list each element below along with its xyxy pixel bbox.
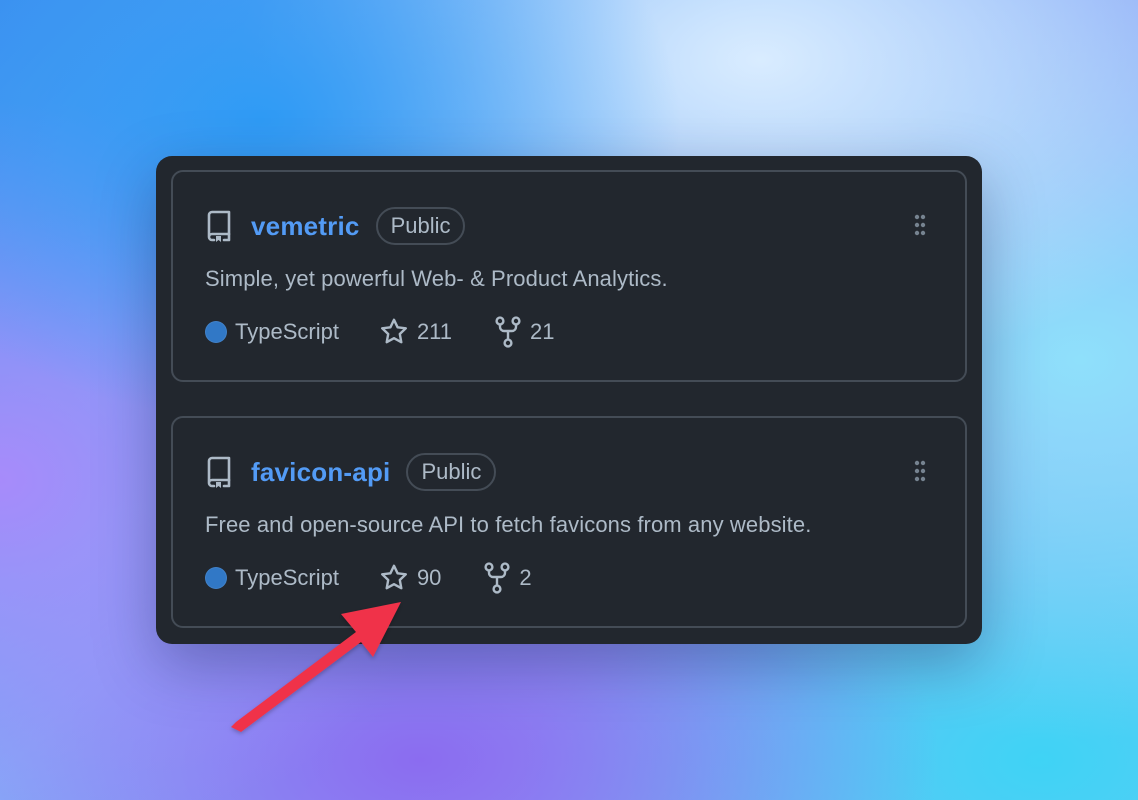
star-icon [379, 317, 409, 347]
stargazers-link[interactable]: 90 [379, 563, 441, 593]
language-label: TypeScript [235, 319, 339, 344]
fork-icon [494, 316, 522, 348]
star-icon [379, 563, 409, 593]
repo-title-row: vemetric Public [205, 207, 466, 245]
repo-meta-row: TypeScript 211 21 [205, 316, 555, 348]
repo-icon [205, 455, 235, 489]
drag-handle-icon[interactable] [913, 458, 927, 484]
repo-language: TypeScript [205, 319, 339, 345]
visibility-badge: Public [406, 453, 497, 491]
pinned-repos-panel: vemetric Public Simple, yet powerful Web… [156, 156, 982, 644]
repo-meta-row: TypeScript 90 2 [205, 562, 532, 594]
language-color-dot [205, 567, 227, 589]
repo-title-row: favicon-api Public [205, 453, 497, 491]
language-label: TypeScript [235, 565, 339, 590]
repo-language: TypeScript [205, 565, 339, 591]
fork-icon [483, 562, 511, 594]
fork-count: 21 [530, 319, 555, 344]
repo-card-favicon-api: favicon-api Public Free and open-source … [171, 416, 967, 628]
forks-link[interactable]: 21 [494, 316, 555, 348]
language-color-dot [205, 321, 227, 343]
star-count: 211 [416, 319, 453, 344]
forks-link[interactable]: 2 [483, 562, 532, 594]
repo-name-link[interactable]: vemetric [251, 211, 360, 242]
repo-card-vemetric: vemetric Public Simple, yet powerful Web… [171, 170, 967, 382]
repo-name-link[interactable]: favicon-api [251, 457, 390, 488]
star-count: 90 [416, 565, 442, 590]
stargazers-link[interactable]: 211 [379, 317, 452, 347]
visibility-badge: Public [375, 207, 466, 245]
repo-description: Simple, yet powerful Web- & Product Anal… [205, 266, 668, 291]
fork-count: 2 [519, 565, 532, 590]
drag-handle-icon[interactable] [913, 212, 927, 238]
repo-icon [205, 209, 235, 243]
repo-description: Free and open-source API to fetch favico… [205, 512, 812, 537]
